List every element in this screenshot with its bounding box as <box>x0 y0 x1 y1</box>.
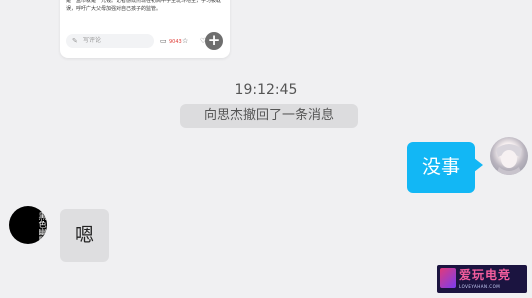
user-avatar[interactable] <box>490 137 528 175</box>
shared-article-card[interactable]: 是一盒币就是一元钱。记者感慨然现在初高中学生玩斗地主，学习被耽误，呼吁广大父母加… <box>60 0 230 58</box>
contact-avatar-text: 黑色幽默 <box>38 212 47 244</box>
star-icon[interactable]: ☆ <box>182 36 188 46</box>
chat-window: 是一盒币就是一元钱。记者感慨然现在初高中学生玩斗地主，学习被耽误，呼吁广大父母加… <box>0 0 532 298</box>
comment-icon[interactable]: ▭ <box>160 36 167 46</box>
pen-icon: ✎ <box>72 37 78 45</box>
comment-count: 9043 <box>169 39 182 45</box>
logo-mark-icon <box>440 268 456 288</box>
comment-input[interactable]: ✎ 写评论 <box>66 34 154 48</box>
recall-notice: 向思杰撤回了一条消息 <box>180 104 358 128</box>
comment-placeholder: 写评论 <box>83 37 102 44</box>
avatar-illustration <box>496 144 522 175</box>
sent-message-bubble[interactable]: 没事 <box>407 142 483 193</box>
watermark-title: 爱玩电竞 <box>459 268 512 282</box>
site-watermark-logo: 爱玩电竞 LOVEYAHAN.COM <box>437 265 527 293</box>
article-snippet: 是一盒币就是一元钱。记者感慨然现在初高中学生玩斗地主，学习被耽误，呼吁广大父母加… <box>66 0 222 12</box>
message-timestamp: 19:12:45 <box>234 82 298 98</box>
watermark-subtitle: LOVEYAHAN.COM <box>459 284 501 289</box>
received-message-bubble[interactable]: 嗯 <box>60 209 109 262</box>
contact-avatar[interactable]: 黑色幽默 <box>9 206 47 244</box>
add-button[interactable]: + <box>205 32 223 50</box>
